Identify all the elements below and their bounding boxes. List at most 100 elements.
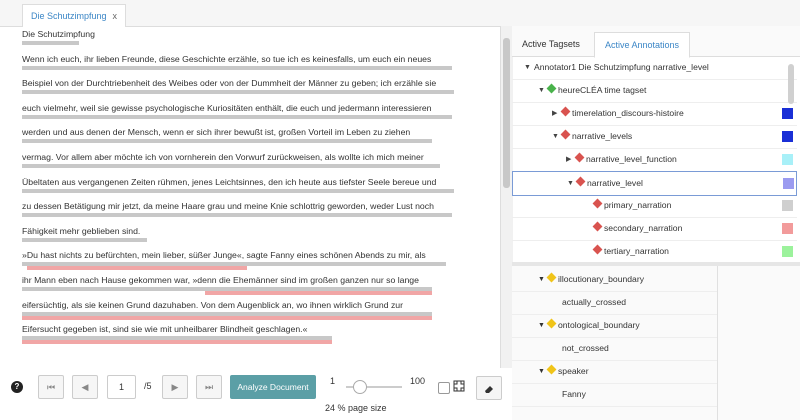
tag-gem-icon (592, 244, 603, 255)
primary-narration-highlight[interactable] (22, 139, 432, 144)
chevron-right-icon[interactable]: ▶ (566, 148, 571, 171)
next-page-button[interactable]: ▶ (162, 375, 188, 399)
tree-node[interactable]: ▼ narrative_levels (512, 125, 797, 149)
tree-node[interactable]: secondary_narration (512, 217, 797, 241)
text-line-content: Fähigkeit mehr geblieben sind. (22, 225, 141, 236)
primary-narration-highlight[interactable] (22, 163, 440, 168)
tree-node-label-wrap: tertiary_narration (592, 240, 669, 263)
text-line[interactable]: zu dessen Betätigung mir jetzt, da meine… (22, 200, 492, 225)
chevron-down-icon[interactable]: ▼ (524, 56, 531, 79)
tree-node[interactable]: ▶ narrative_level_function (512, 148, 797, 172)
primary-narration-highlight[interactable] (22, 188, 454, 193)
tree-node[interactable]: ▼ Annotator1 Die Schutzimpfung narrative_… (512, 56, 797, 80)
analyze-document-button[interactable]: Analyze Document (230, 375, 316, 399)
tree-node-label: timerelation_discours-histoire (572, 108, 684, 118)
text-line[interactable]: Wenn ich euch, ihr lieben Freunde, diese… (22, 53, 492, 78)
primary-narration-highlight[interactable] (22, 65, 452, 70)
text-line[interactable]: eifersüchtig, als sie keinen Grund dazuh… (22, 299, 492, 324)
tree-scrollbar[interactable] (786, 64, 796, 164)
detail-node[interactable]: Fanny (512, 383, 717, 407)
tree-scrollbar-thumb[interactable] (788, 64, 794, 104)
detail-node[interactable]: not_crossed (512, 337, 717, 361)
secondary-narration-highlight[interactable] (205, 290, 432, 295)
chevron-down-icon[interactable]: ▼ (552, 125, 559, 148)
text-line-content: ihr Mann eben nach Hause gekommen war, »… (22, 274, 419, 285)
zoom-min-label: 1 (330, 376, 336, 386)
text-line-content: Beispiel von der Durchtriebenheit des We… (22, 78, 437, 89)
zoom-slider-handle[interactable] (353, 380, 367, 394)
text-line-content: zu dessen Betätigung mir jetzt, da meine… (22, 201, 434, 212)
chevron-down-icon[interactable]: ▼ (538, 360, 545, 383)
tree-node-label: narrative_level (587, 178, 643, 188)
chevron-down-icon[interactable]: ▼ (538, 79, 545, 102)
zoom-max-label: 100 (410, 376, 426, 386)
text-line-content: werden und aus denen der Mensch, wenn er… (22, 127, 411, 138)
color-swatch[interactable] (782, 223, 793, 234)
text-line[interactable]: Fähigkeit mehr geblieben sind. (22, 225, 492, 250)
last-page-button[interactable]: ⏭ (196, 375, 222, 399)
tree-node[interactable]: ▼ narrative_level (512, 171, 797, 196)
eraser-button[interactable] (476, 376, 502, 400)
text-line[interactable]: euch vielmehr, weil sie gewisse psycholo… (22, 102, 492, 127)
text-line[interactable]: Übeltaten aus vergangenen Zeiten rühmen,… (22, 176, 492, 201)
tree-node[interactable]: tertiary_narration (512, 240, 797, 264)
secondary-narration-highlight[interactable] (27, 266, 247, 271)
text-line[interactable]: Die Schutzimpfung (22, 28, 492, 53)
tree-node[interactable]: ▶ timerelation_discours-histoire (512, 102, 797, 126)
tree-node-label-wrap: secondary_narration (592, 217, 682, 240)
scrollbar-thumb[interactable] (503, 38, 510, 188)
secondary-narration-highlight[interactable] (22, 340, 332, 345)
prev-page-button[interactable]: ◀ (72, 375, 98, 399)
tree-node-label: narrative_level_function (586, 154, 677, 164)
close-icon[interactable]: x (113, 11, 118, 21)
detail-node[interactable]: actually_crossed (512, 291, 717, 315)
text-line[interactable]: ihr Mann eben nach Hause gekommen war, »… (22, 274, 492, 299)
page-number-input[interactable]: 1 (107, 375, 136, 399)
help-icon[interactable]: ? (11, 381, 23, 393)
text-line-content: euch vielmehr, weil sie gewisse psycholo… (22, 102, 432, 113)
tag-gem-icon (560, 129, 571, 140)
detail-node[interactable]: ▼ ontological_boundary (512, 314, 717, 338)
secondary-narration-highlight[interactable] (22, 315, 432, 320)
tag-gem-icon (575, 176, 586, 187)
tab-active-tagsets[interactable]: Active Tagsets (512, 32, 590, 56)
detail-node-text: actually_crossed (562, 297, 627, 307)
detail-node[interactable]: ▼ speaker (512, 360, 717, 384)
color-swatch[interactable] (782, 246, 793, 257)
first-page-button[interactable]: ⏮ (38, 375, 64, 399)
panel-tabs: Active Tagsets Active Annotations (512, 26, 800, 58)
chevron-down-icon[interactable]: ▼ (538, 268, 545, 291)
text-line-content: Wenn ich euch, ihr lieben Freunde, diese… (22, 53, 432, 64)
color-swatch[interactable] (783, 178, 794, 189)
tag-gem-icon (560, 106, 571, 117)
text-line-content: Eifersucht gegeben ist, sind sie wie mit… (22, 324, 308, 335)
primary-narration-highlight[interactable] (22, 90, 454, 95)
tree-node[interactable]: ▼ heureCLÉA time tagset (512, 79, 797, 103)
chevron-down-icon[interactable]: ▼ (567, 172, 574, 195)
text-line[interactable]: vermag. Vor allem aber möchte ich von vo… (22, 151, 492, 176)
fit-checkbox[interactable] (438, 382, 450, 394)
chevron-right-icon[interactable]: ▶ (552, 102, 557, 125)
text-line[interactable]: werden und aus denen der Mensch, wenn er… (22, 126, 492, 151)
tree-node-label: tertiary_narration (604, 246, 669, 256)
document-tab[interactable]: Die Schutzimpfung x (22, 4, 127, 27)
fit-page-icon[interactable] (453, 380, 465, 392)
chevron-down-icon[interactable]: ▼ (538, 314, 545, 337)
tree-node[interactable]: primary_narration (512, 194, 797, 218)
detail-node[interactable]: ▼ illocutionary_boundary (512, 268, 717, 292)
tab-active-annotations[interactable]: Active Annotations (594, 32, 691, 58)
text-line[interactable]: Eifersucht gegeben ist, sind sie wie mit… (22, 323, 492, 348)
text-line[interactable]: Beispiel von der Durchtriebenheit des We… (22, 77, 492, 102)
primary-narration-highlight[interactable] (22, 114, 452, 119)
text-line[interactable]: »Du hast nichts zu befürchten, mein lieb… (22, 249, 492, 274)
tree-node-label-wrap: timerelation_discours-histoire (560, 102, 684, 125)
primary-narration-highlight[interactable] (22, 213, 452, 218)
text-line-content: eifersüchtig, als sie keinen Grund dazuh… (22, 299, 404, 310)
color-swatch[interactable] (782, 200, 793, 211)
tree-node-label: heureCLÉA time tagset (558, 85, 647, 95)
document-view[interactable]: Die Schutzimpfung Wenn ich euch, ihr lieb… (0, 26, 501, 368)
primary-narration-highlight[interactable] (22, 41, 79, 45)
document-text: Die Schutzimpfung Wenn ich euch, ihr lieb… (22, 28, 492, 348)
primary-narration-highlight[interactable] (22, 237, 147, 242)
tree-node-label-wrap: narrative_levels (560, 125, 632, 148)
